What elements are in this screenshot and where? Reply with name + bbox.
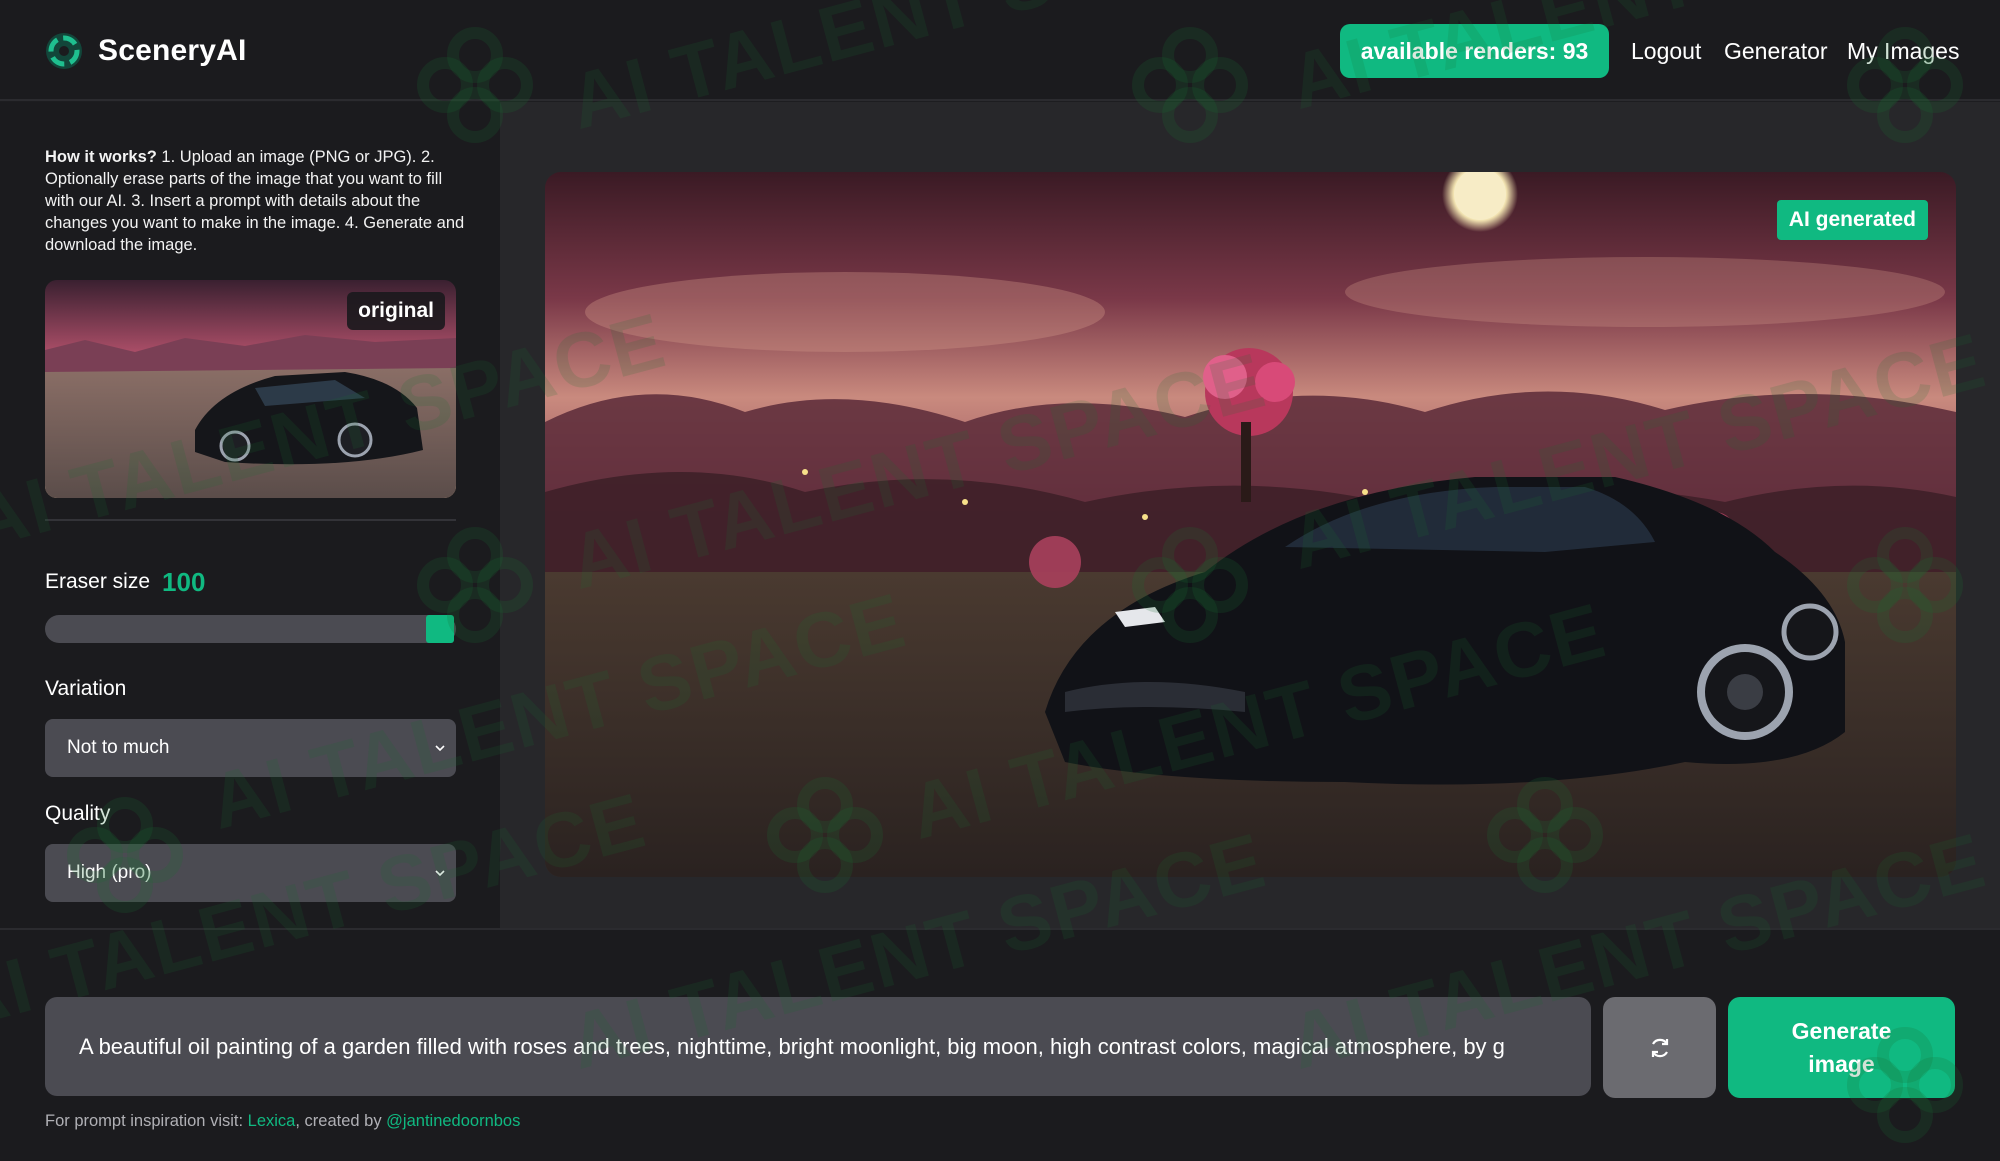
eraser-size-slider[interactable] [45, 615, 456, 643]
chevron-down-icon [435, 870, 445, 877]
generate-button-label: Generate image [1792, 1015, 1892, 1081]
eraser-size-value: 100 [162, 566, 206, 597]
ai-generated-badge: AI generated [1776, 200, 1928, 240]
variation-select[interactable]: Not to much [45, 719, 456, 777]
eraser-size-label: Eraser size 100 [45, 567, 205, 597]
app-logo[interactable]: SceneryAI [44, 30, 247, 72]
refresh-button[interactable] [1603, 997, 1716, 1098]
how-it-works-title: How it works? [45, 148, 157, 166]
variation-label: Variation [45, 677, 127, 700]
prompt-inspiration-footer: For prompt inspiration visit: Lexica, cr… [45, 1112, 520, 1131]
quality-label: Quality [45, 802, 111, 825]
ai-generated-image[interactable]: AI generated [545, 172, 1956, 877]
generate-label-line2: image [1808, 1050, 1875, 1077]
footer-prefix: For prompt inspiration visit: [45, 1112, 248, 1130]
eraser-slider-handle[interactable] [426, 615, 454, 643]
app-name: SceneryAI [98, 34, 247, 67]
generate-label-line1: Generate [1791, 1017, 1892, 1044]
logo-icon [46, 33, 82, 69]
refresh-icon [1651, 1038, 1668, 1057]
generate-image-button[interactable]: Generate image [1728, 997, 1955, 1098]
settings-sidebar: How it works? 1. Upload an image (PNG or… [0, 102, 500, 928]
sidebar-divider [45, 519, 456, 521]
nav-generator[interactable]: Generator [1724, 24, 1828, 78]
quality-selected-value: High (pro) [67, 862, 152, 883]
quality-select[interactable]: High (pro) [45, 844, 456, 902]
available-renders-badge[interactable]: available renders: 93 [1340, 24, 1609, 78]
eraser-size-text: Eraser size [45, 570, 151, 593]
original-badge: original [347, 292, 445, 330]
footer-middle: , created by [295, 1112, 387, 1130]
prompt-input[interactable] [45, 997, 1591, 1096]
lexica-link[interactable]: Lexica [248, 1112, 296, 1130]
top-header: SceneryAI available renders: 93 Logout G… [0, 0, 2000, 101]
nav-my-images[interactable]: My Images [1847, 24, 1959, 78]
how-it-works-text: How it works? 1. Upload an image (PNG or… [45, 146, 465, 256]
chevron-down-icon [435, 745, 445, 752]
original-image-thumbnail[interactable]: original [45, 280, 456, 498]
generated-image [545, 172, 1956, 877]
variation-selected-value: Not to much [67, 737, 170, 758]
author-link[interactable]: @jantinedoornbos [386, 1112, 520, 1130]
nav-logout[interactable]: Logout [1631, 24, 1701, 78]
